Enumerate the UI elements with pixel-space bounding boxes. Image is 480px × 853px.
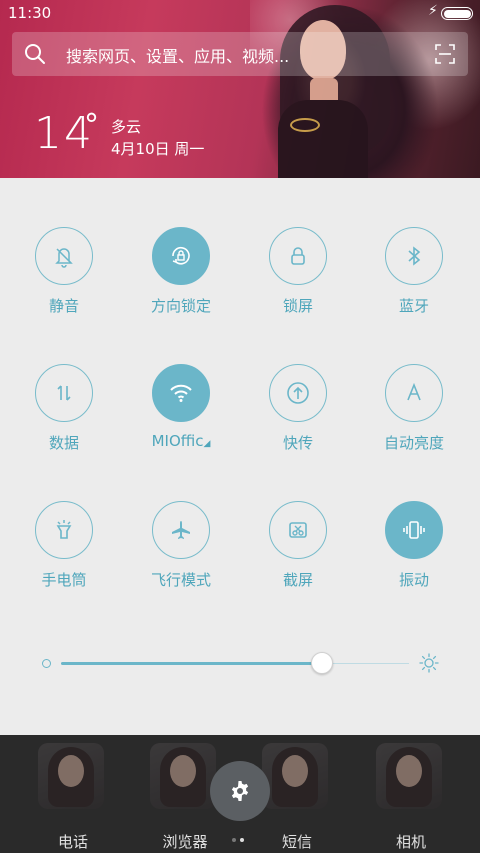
toggle-label: 飞行模式	[150, 571, 211, 589]
toggle-label: 手电筒	[41, 571, 87, 589]
gear-icon	[231, 781, 249, 801]
battery-icon	[441, 7, 473, 20]
brightness-high-icon	[419, 653, 439, 673]
toggle-label: 锁屏	[282, 297, 313, 315]
toggle-flashlight[interactable]: 手电筒	[14, 501, 114, 611]
brightness-thumb[interactable]	[311, 652, 333, 674]
wifi-icon	[152, 364, 210, 422]
vibrate-icon	[385, 501, 443, 559]
upload-icon	[269, 364, 327, 422]
toggle-label: 截屏	[282, 571, 313, 589]
scan-icon[interactable]	[435, 44, 455, 64]
app-label: 相机	[395, 833, 426, 851]
status-time: 11:30	[8, 4, 52, 22]
toggle-quick-transfer[interactable]: 快传	[248, 364, 348, 474]
browser-app-icon	[150, 743, 216, 809]
lock-icon	[269, 227, 327, 285]
toggle-mobile-data[interactable]: 数据	[14, 364, 114, 474]
page-dot	[240, 838, 244, 842]
search-icon	[25, 44, 45, 64]
dock-app-camera[interactable]: 相机	[371, 743, 451, 851]
camera-app-icon	[376, 743, 442, 809]
toggle-label: 静音	[48, 297, 79, 315]
toggle-vibrate[interactable]: 振动	[364, 501, 464, 611]
charging-icon: ⚡	[428, 3, 438, 19]
airplane-icon	[152, 501, 210, 559]
rotation-lock-icon	[152, 227, 210, 285]
brightness-slider[interactable]	[40, 648, 440, 678]
app-label: 电话	[57, 833, 88, 851]
mobile-data-icon	[35, 364, 93, 422]
toggle-screenshot[interactable]: 截屏	[248, 501, 348, 611]
expand-triangle-icon: ◢	[203, 439, 211, 449]
app-label: 浏览器	[162, 833, 208, 851]
app-label: 短信	[281, 833, 312, 851]
search-input[interactable]: 搜索网页、设置、应用、视频...	[66, 43, 289, 67]
toggle-label: 振动	[398, 571, 429, 589]
dock-app-phone[interactable]: 电话	[33, 743, 113, 851]
settings-button[interactable]	[210, 761, 270, 821]
wifi-network-name: MIOffic	[151, 432, 204, 450]
toggle-bluetooth[interactable]: 蓝牙	[364, 227, 464, 337]
toggle-lock-screen[interactable]: 锁屏	[248, 227, 348, 337]
page-dot	[232, 838, 236, 842]
toggle-rotation-lock[interactable]: 方向锁定	[131, 227, 231, 337]
status-bar: 11:30 ⚡	[0, 0, 480, 26]
toggle-silent[interactable]: 静音	[14, 227, 114, 337]
toggle-label: 自动亮度	[383, 434, 444, 452]
weather-widget[interactable]: 14 ° 多云 4月10日 周一	[34, 108, 204, 159]
brightness-low-icon	[42, 659, 51, 668]
wallpaper-portrait	[250, 0, 480, 178]
bluetooth-icon	[385, 227, 443, 285]
notification-header: 11:30 ⚡ 搜索网页、设置、应用、视频... 14 ° 多云 4月10日 周…	[0, 0, 480, 178]
toggle-label: 方向锁定	[150, 297, 211, 315]
toggle-label: 快传	[282, 434, 313, 452]
auto-brightness-icon	[385, 364, 443, 422]
toggle-label: MIOffic◢	[121, 432, 241, 450]
degree-symbol: °	[84, 108, 99, 143]
screenshot-icon	[269, 501, 327, 559]
brightness-fill	[61, 662, 322, 665]
phone-app-icon	[38, 743, 104, 809]
toggle-wifi[interactable]: MIOffic◢	[131, 364, 231, 474]
toggle-label: 数据	[48, 434, 79, 452]
toggle-label: 蓝牙	[398, 297, 429, 315]
toggle-airplane[interactable]: 飞行模式	[131, 501, 231, 611]
search-bar[interactable]: 搜索网页、设置、应用、视频...	[12, 32, 468, 76]
messages-app-icon	[262, 743, 328, 809]
bell-off-icon	[35, 227, 93, 285]
toggle-auto-brightness[interactable]: 自动亮度	[364, 364, 464, 474]
weather-date: 4月10日 周一	[111, 140, 205, 158]
page-indicator	[232, 827, 252, 842]
quick-settings-panel: 静音 方向锁定 锁屏 蓝牙 数据 MIOffic◢ 快传 自动亮度 手电筒 飞行…	[0, 178, 480, 735]
app-dock: 电话 浏览器 短信 相机	[0, 735, 480, 853]
flashlight-icon	[35, 501, 93, 559]
weather-condition: 多云	[111, 118, 142, 136]
